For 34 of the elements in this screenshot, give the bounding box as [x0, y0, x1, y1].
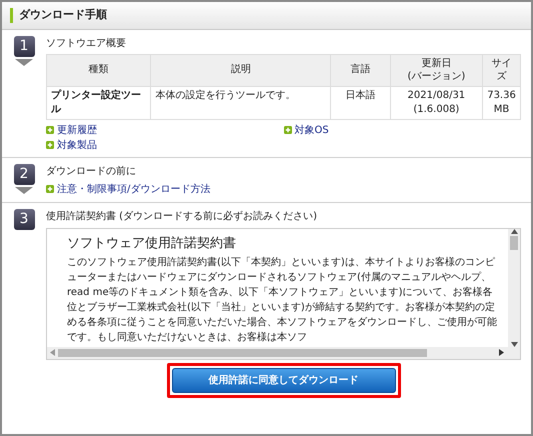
- plus-icon: [46, 185, 54, 193]
- horizontal-scrollbar[interactable]: [47, 346, 520, 358]
- header-title: ダウンロード手順: [19, 7, 107, 23]
- table-cell: 本体の設定を行うツールです。: [150, 86, 331, 119]
- scroll-thumb[interactable]: [510, 236, 518, 250]
- license-title: ソフトウェア使用許諾契約書: [67, 235, 237, 253]
- link[interactable]: 注意・制限事項/ダウンロード方法: [46, 182, 210, 196]
- table-cell: 73.36 MB: [482, 86, 520, 119]
- link[interactable]: 対象製品: [46, 138, 97, 152]
- accent-bar: [10, 8, 13, 23]
- step-title: ソフトウエア概要: [46, 36, 127, 50]
- column-header: 説明: [150, 54, 331, 86]
- column-header: 言語: [330, 54, 390, 86]
- table-cell: プリンター設定ツール: [46, 86, 151, 119]
- vertical-scrollbar[interactable]: [508, 229, 520, 346]
- link[interactable]: 更新履歴: [46, 122, 97, 138]
- step-number: 2: [14, 164, 34, 184]
- plus-icon: [284, 126, 292, 134]
- column-header: 更新日 (バージョン): [390, 54, 483, 86]
- step-number: 3: [14, 209, 34, 230]
- plus-icon: [46, 126, 54, 134]
- license-text: このソフトウェア使用許諾契約書(以下「本契約」といいます)は、本サイトよりお客様のコンピューターまたはハードウェアにダウンロードされるソフトウェア(付属のマニュアルやヘルプ、read me等のドキュメント類を含み、以下「本ソフトウェア」といいます)について、お客様各位とブラザー工業株式会社(以下「当社」といいます)が締結する契約です。お客様が本契約の定める各条項に従うことを同意いただいた場合、本ソフトウェアをダウンロードし、ご使用が可能です。もし同意いただけないときは、お客様は本ソフ: [67, 256, 498, 344]
- plus-icon: [46, 141, 54, 149]
- scroll-up-icon[interactable]: [510, 229, 518, 234]
- step-title: 使用許諾契約書 (ダウンロードする前に必ずお読みください): [46, 210, 318, 224]
- column-header: 種類: [46, 54, 151, 86]
- step-title: ダウンロードの前に: [46, 164, 137, 178]
- link[interactable]: 対象OS: [284, 122, 329, 138]
- table-cell: 日本語: [330, 86, 390, 119]
- scroll-right-icon[interactable]: [499, 349, 504, 356]
- table-cell: 2021/08/31 (1.6.008): [390, 86, 483, 119]
- step-number: 1: [14, 36, 34, 56]
- download-button[interactable]: 使用許諾に同意してダウンロード: [172, 368, 396, 392]
- column-header: サイズ: [482, 54, 520, 86]
